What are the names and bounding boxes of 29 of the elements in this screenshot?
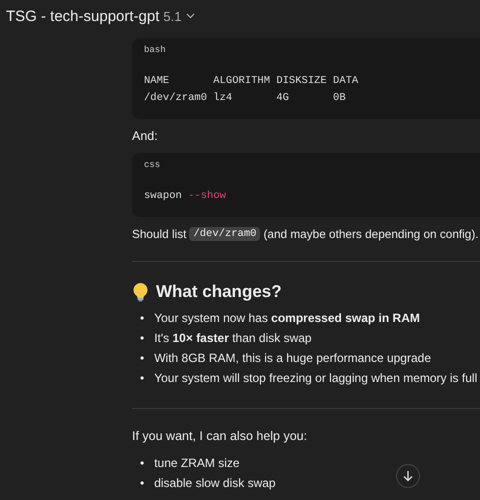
bullet-marker: • xyxy=(140,310,144,327)
code-line: swapon --show xyxy=(144,189,227,204)
bullet-marker: • xyxy=(140,330,144,347)
code-language: bash xyxy=(144,45,167,55)
arrow-down-icon xyxy=(402,470,414,482)
chat-title[interactable]: TSG - tech-support-gpt xyxy=(6,8,160,24)
bullet-item: tune ZRAM size xyxy=(154,455,240,472)
paragraph-text: (and maybe others depending on config). xyxy=(263,227,479,241)
light-bulb-icon xyxy=(132,282,149,302)
inline-code: /dev/zram0 xyxy=(189,227,260,241)
paragraph-text: Should list xyxy=(132,227,186,241)
bullet-marker: • xyxy=(140,475,144,492)
bullet-item: Your system will stop freezing or lagging when memory is full xyxy=(154,370,478,387)
bullet-marker: • xyxy=(140,455,144,472)
model-version[interactable]: 5.1 xyxy=(163,8,182,24)
section-heading: What changes? xyxy=(156,282,282,302)
paragraph: And: xyxy=(132,129,159,143)
scroll-down-button[interactable] xyxy=(396,464,420,488)
bullet-marker: • xyxy=(140,370,144,387)
code-line: NAME ALGORITHM DISKSIZE DATA xyxy=(144,74,360,89)
paragraph: If you want, I can also help you: xyxy=(132,429,308,443)
code-language: css xyxy=(144,160,162,170)
bullet-item: Your system now has compressed swap in RAM xyxy=(154,310,420,327)
bullet-item: disable slow disk swap xyxy=(154,475,276,492)
chevron-down-icon[interactable] xyxy=(186,13,196,19)
bullet-item: It's 10× faster than disk swap xyxy=(154,330,312,347)
bullet-marker: • xyxy=(140,350,144,367)
bullet-item: With 8GB RAM, this is a huge performance upgrade xyxy=(154,350,431,367)
code-line: /dev/zram0 lz4 4G 0B xyxy=(144,91,347,106)
